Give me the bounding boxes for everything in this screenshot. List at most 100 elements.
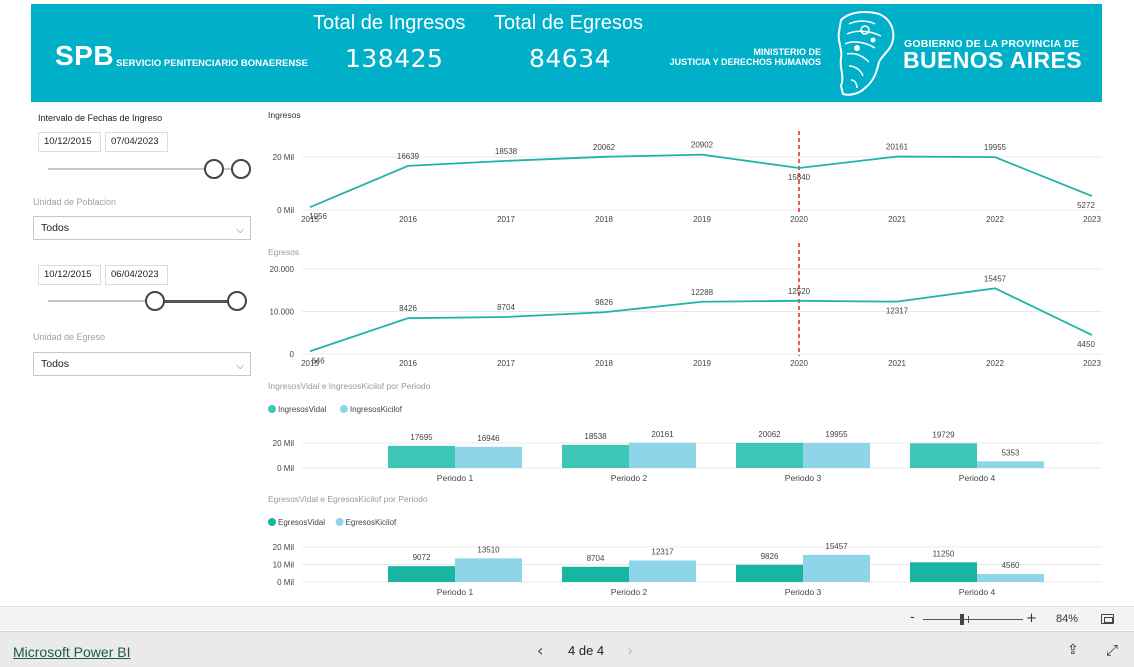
data-label: 20161 [886,143,909,152]
zoom-bar: - + 84% [0,606,1134,630]
data-label: 16639 [397,152,420,161]
fit-to-page-icon[interactable] [1101,614,1114,624]
data-label: 19729 [932,430,955,439]
bar [803,443,870,468]
x-tick-label: 2022 [986,215,1004,224]
bar [629,560,696,582]
ministerio-label: MINISTERIO DE JUSTICIA Y DERECHOS HUMANO… [651,47,821,67]
data-label: 19955 [984,143,1007,152]
ingreso-slider-start-handle[interactable] [204,159,224,179]
x-tick-label: 2023 [1083,215,1101,224]
gobierno-line2: BUENOS AIRES [903,47,1083,73]
bar [388,445,455,468]
bar [977,461,1044,468]
zoom-slider-thumb[interactable] [960,614,964,625]
x-tick-label: 2019 [693,215,711,224]
x-tick-label: Periodo 2 [611,473,648,483]
bar [629,442,696,468]
ministerio-line1: MINISTERIO DE [753,47,821,57]
egreso-slider-end-handle[interactable] [227,291,247,311]
y-tick-label: 20 Mil [273,439,295,448]
x-tick-label: Periodo 2 [611,587,648,597]
data-label: 4450 [1077,340,1095,349]
data-label: 17695 [410,433,433,442]
data-label: 646 [311,356,325,365]
next-page-button[interactable]: › [627,641,633,660]
y-tick-label: 0 [290,350,295,359]
x-tick-label: 2017 [497,215,515,224]
ingreso-start-date-input[interactable]: 10/12/2015 [38,132,101,152]
page-indicator: 4 de 4 [568,643,605,658]
zoom-out-button[interactable]: - [910,610,915,625]
legend-marker [268,518,276,526]
data-label: 11250 [933,549,955,558]
y-tick-label: 20.000 [270,265,295,274]
legend-marker [268,405,276,413]
x-tick-label: Periodo 1 [437,587,474,597]
x-tick-label: 2023 [1083,359,1101,368]
data-label: 12288 [691,288,714,297]
data-label: 16946 [477,434,500,443]
legend-label: IngresosVidal [278,405,327,414]
zoom-slider-track[interactable] [923,619,1023,620]
ingreso-end-date-input[interactable]: 07/04/2023 [105,132,168,152]
egreso-slider-track[interactable] [48,300,158,302]
y-tick-label: 10 Mil [273,561,295,570]
chart-title: Ingresos [268,110,301,120]
unidad-poblacion-label: Unidad de Poblacion [33,197,117,207]
bar [562,444,629,468]
y-tick-label: 20 Mil [273,543,295,552]
unidad-egreso-dropdown[interactable]: Todos ⌵ [33,352,251,376]
bar [803,554,870,582]
egreso-start-date-input[interactable]: 10/12/2015 [38,265,101,285]
x-tick-label: 2020 [790,215,808,224]
egreso-end-date-input[interactable]: 06/04/2023 [105,265,168,285]
fullscreen-expand-icon[interactable]: ⤢ [1106,641,1118,659]
data-label: 5272 [1077,201,1095,210]
zoom-in-button[interactable]: + [1026,611,1037,626]
data-label: 15840 [788,173,811,182]
powerbi-link[interactable]: Microsoft Power BI [13,644,130,660]
chevron-down-icon: ⌵ [236,225,244,236]
kpi-egresos-value: 84634 [529,44,612,73]
ingreso-slider-end-handle[interactable] [231,159,251,179]
x-tick-label: 2016 [399,215,417,224]
data-label: 15457 [984,274,1007,283]
x-tick-label: 2016 [399,359,417,368]
share-icon[interactable]: ⇪ [1067,642,1079,658]
data-label: 13510 [477,545,500,554]
y-tick-label: 0 Mil [277,464,294,473]
bar [562,566,629,582]
chart-title: EgresosVidal e EgresosKicilof por Period… [268,494,428,504]
charts-area: Ingresos0 Mil20 Mil2015 2016 2017 2018 2019 2… [268,110,1102,597]
unidad-egreso-label: Unidad de Egreso [33,332,106,342]
x-tick-label: 2021 [888,359,906,368]
bar [455,446,522,468]
bar [455,558,522,582]
x-tick-label: 2017 [497,359,515,368]
zoom-percent: 84% [1056,613,1079,625]
province-emblem-icon [837,11,895,96]
data-label: 15457 [825,542,848,551]
zoom-slider-tick [968,616,969,623]
legend-label: EgresosKicilof [346,518,397,527]
series-line [309,287,1093,353]
data-label: 12317 [886,307,909,316]
unidad-poblacion-value: Todos [41,222,70,234]
y-tick-label: 0 Mil [277,578,294,587]
x-tick-label: 2022 [986,359,1004,368]
data-label: 9072 [413,553,431,562]
x-tick-label: 2020 [790,359,808,368]
bar-chart-2: EgresosVidal e EgresosKicilof por Period… [268,494,1102,597]
ingreso-date-range-label: Intervalo de Fechas de Ingreso [38,113,163,123]
previous-page-button[interactable]: ‹ [537,641,543,660]
unidad-poblacion-dropdown[interactable]: Todos ⌵ [33,216,251,240]
data-label: 8704 [497,303,515,312]
data-label: 20062 [593,143,616,152]
spb-logo-text: SPB [55,40,115,71]
egreso-slider-start-handle[interactable] [145,291,165,311]
data-label: 20062 [758,430,781,439]
data-label: 8704 [587,554,605,563]
data-label: 9826 [595,298,613,307]
bar [910,562,977,582]
